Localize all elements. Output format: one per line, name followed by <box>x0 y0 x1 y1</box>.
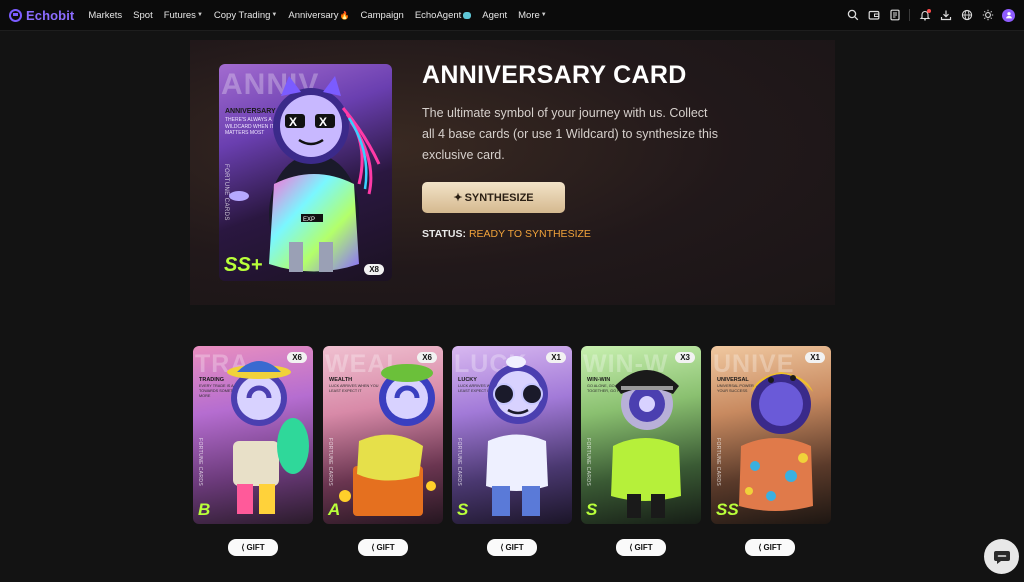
fire-icon: 🔥 <box>339 10 350 20</box>
bell-icon[interactable] <box>918 8 931 22</box>
nav-menu: Markets Spot Futures ▼ Copy Trading ▼ Anni… <box>88 10 546 21</box>
card-count-badge: X6 <box>417 352 437 363</box>
hero-description: The ultimate symbol of your journey with… <box>422 106 718 162</box>
echobit-logo-icon <box>9 8 22 22</box>
card-count-badge: X3 <box>675 352 695 363</box>
universal-character-illustration <box>739 372 813 511</box>
share-icon: ⟨ <box>758 543 762 552</box>
status-label: STATUS: <box>422 228 466 240</box>
top-navbar: Echobit Markets Spot Futures ▼ Copy Tradi… <box>0 0 1024 31</box>
win-win-character-illustration <box>611 370 681 518</box>
sparkle-icon: ✦ <box>453 192 463 204</box>
nav-divider <box>909 9 910 21</box>
share-icon: ⟨ <box>629 543 633 552</box>
share-icon: ⟨ <box>371 543 375 552</box>
nav-item-markets[interactable]: Markets <box>88 10 122 21</box>
card-count-badge: X6 <box>287 352 307 363</box>
fortune-card-lucky[interactable]: LUCK LUCKY LUCK ARRIVES WHEN YOU LEAST E… <box>452 346 572 524</box>
nav-item-echoagent[interactable]: EchoAgent <box>414 9 472 21</box>
gift-button-universal[interactable]: ⟨ GIFT <box>745 539 795 556</box>
anniversary-card-image[interactable]: ANNIV ANNIVERSARY THERE'S ALWAYS A WILDC… <box>219 64 392 281</box>
fortune-card-win-win[interactable]: WIN-W WIN-WIN GO ALONE, GO FAST. GO TOGE… <box>581 346 701 524</box>
nav-item-label: Copy Trading <box>213 9 271 21</box>
wallet-icon[interactable] <box>867 9 880 22</box>
card-grade: A <box>328 500 341 519</box>
nav-item-anniversary[interactable]: Anniversary 🔥 <box>288 10 349 21</box>
gift-button-lucky[interactable]: ⟨ GIFT <box>487 539 537 556</box>
globe-icon[interactable] <box>960 9 973 22</box>
nav-item-campaign[interactable]: Campaign <box>361 10 404 21</box>
nav-item-label: Markets <box>88 9 123 21</box>
avatar[interactable] <box>1002 8 1015 22</box>
card-count-badge: X8 <box>364 264 384 275</box>
gift-label: GIFT <box>505 543 524 552</box>
nav-item-label: Futures <box>163 9 196 21</box>
gift-label: GIFT <box>763 543 782 552</box>
search-icon[interactable] <box>846 9 859 22</box>
caret-down-icon: ▼ <box>271 12 278 18</box>
nav-item-label: Anniversary <box>288 9 339 21</box>
svg-text:X: X <box>319 115 327 129</box>
chat-icon <box>993 550 1010 564</box>
nav-item-agent[interactable]: Agent <box>482 10 507 21</box>
fortune-card-trading[interactable]: TRA TRADING EVERY TRADE IS A STEP TOWARD… <box>193 346 313 524</box>
theme-icon[interactable] <box>981 9 994 22</box>
nav-item-label: Spot <box>133 9 153 21</box>
support-chat-button[interactable] <box>984 539 1019 574</box>
notification-dot <box>927 8 931 13</box>
nav-item-label: Agent <box>482 9 508 21</box>
gift-label: GIFT <box>246 543 265 552</box>
trader-character-illustration <box>227 361 309 514</box>
card-grade: B <box>198 500 211 519</box>
share-icon: ⟨ <box>500 543 504 552</box>
download-icon[interactable] <box>939 9 952 22</box>
share-icon: ⟨ <box>241 543 245 552</box>
nav-item-label: EchoAgent <box>414 9 462 21</box>
status-value: READY TO SYNTHESIZE <box>468 228 591 240</box>
nav-item-label: More <box>518 9 540 21</box>
ai-badge-icon <box>463 11 472 19</box>
card-grade: SS <box>716 500 739 519</box>
nav-item-spot[interactable]: Spot <box>133 10 153 21</box>
page-title: ANNIVERSARY CARD <box>422 61 687 89</box>
synthesis-status: STATUS: READY TO SYNTHESIZE <box>422 228 591 240</box>
gift-button-wealth[interactable]: ⟨ GIFT <box>358 539 408 556</box>
synthesize-button[interactable]: ✦ SYNTHESIZE <box>422 182 565 213</box>
lucky-character-illustration <box>486 356 548 516</box>
robot-character-illustration: X X EXP <box>229 76 381 274</box>
caret-down-icon: ▼ <box>196 12 203 18</box>
nav-item-futures[interactable]: Futures ▼ <box>164 10 203 21</box>
nav-item-label: Campaign <box>360 9 404 21</box>
card-grade: S <box>457 500 469 519</box>
caret-down-icon: ▼ <box>540 12 547 18</box>
fortune-card-wealth[interactable]: WEAL WEALTH LUCK ARRIVES WHEN YOU LEAST … <box>323 346 443 524</box>
fortune-card-universal[interactable]: UNIVE UNIVERSAL UNIVERSAL POWER, FUEL YO… <box>711 346 831 524</box>
nav-item-copy-trading[interactable]: Copy Trading ▼ <box>214 10 277 21</box>
brand-logo-link[interactable]: Echobit <box>9 8 74 23</box>
synthesize-label: SYNTHESIZE <box>464 191 534 204</box>
card-grade: S <box>586 500 598 519</box>
gift-button-trading[interactable]: ⟨ GIFT <box>228 539 278 556</box>
wealth-character-illustration <box>339 364 436 516</box>
card-count-badge: X1 <box>805 352 825 363</box>
base-cards-row: TRA TRADING EVERY TRADE IS A STEP TOWARD… <box>193 346 833 556</box>
gift-button-win-win[interactable]: ⟨ GIFT <box>616 539 666 556</box>
svg-text:EXP: EXP <box>303 217 315 223</box>
orders-icon[interactable] <box>888 9 901 22</box>
brand-name: Echobit <box>26 7 75 23</box>
nav-actions <box>846 8 1015 22</box>
card-grade: SS+ <box>224 254 263 276</box>
card-count-badge: X1 <box>546 352 566 363</box>
gift-label: GIFT <box>376 543 395 552</box>
anniversary-hero: ANNIV ANNIVERSARY THERE'S ALWAYS A WILDC… <box>190 40 835 305</box>
gift-label: GIFT <box>634 543 653 552</box>
nav-item-more[interactable]: More ▼ <box>518 10 547 21</box>
svg-text:X: X <box>289 115 297 129</box>
